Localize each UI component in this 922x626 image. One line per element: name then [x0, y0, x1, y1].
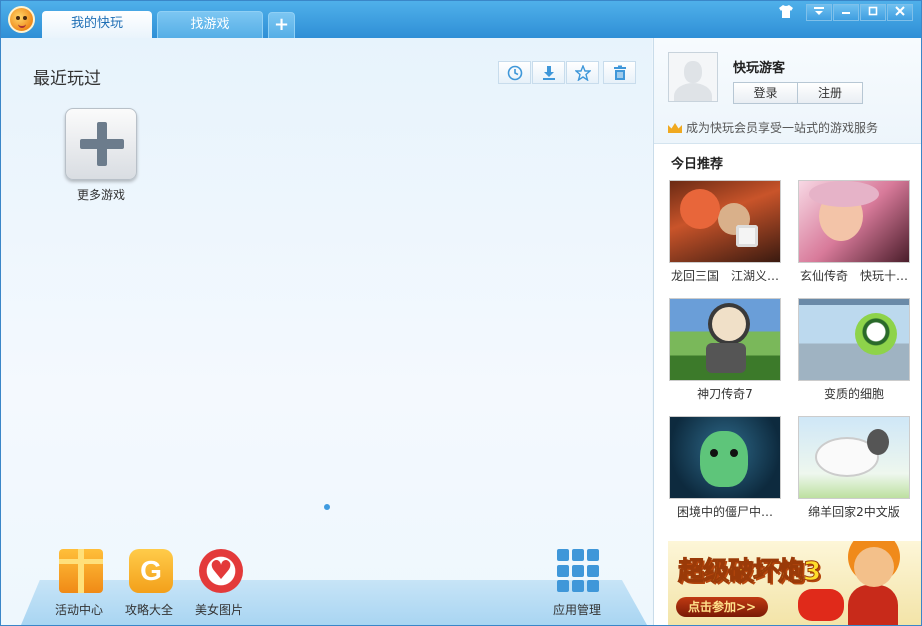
banner-character-icon: [854, 547, 894, 587]
game-thumbnail[interactable]: [669, 180, 781, 263]
game-thumbnail[interactable]: [798, 416, 910, 499]
page-indicator-dot[interactable]: [324, 504, 330, 510]
dock-item-activity[interactable]: 活动中心: [55, 549, 103, 617]
app-logo-icon: [8, 6, 35, 33]
banner-character-body: [848, 585, 898, 625]
game-caption[interactable]: 龙回三国 江湖义…: [669, 267, 781, 284]
game-caption[interactable]: 神刀传奇7: [669, 385, 781, 402]
skin-icon[interactable]: [773, 4, 799, 21]
dock-item-label: 攻略大全: [124, 603, 173, 617]
recent-toolbar: [498, 61, 637, 84]
main-panel: 最近玩过 更多游戏 活动中心 G 攻略大全 ♥ 美女图片 应用管理: [1, 38, 652, 625]
tab-find-games[interactable]: 找游戏: [157, 11, 263, 38]
trash-icon[interactable]: [603, 61, 636, 84]
promo-banner[interactable]: 超级破坏炮3 点击参加>>: [668, 541, 921, 625]
more-games-label[interactable]: 更多游戏: [61, 186, 141, 203]
game-caption[interactable]: 玄仙传奇 快玩十…: [798, 267, 910, 284]
guide-g-icon: G: [129, 549, 173, 593]
game-card[interactable]: 龙回三国 江湖义…: [669, 180, 781, 284]
game-card[interactable]: 神刀传奇7: [669, 298, 781, 402]
close-icon[interactable]: [887, 4, 913, 21]
game-caption[interactable]: 困境中的僵尸中…: [669, 503, 781, 520]
dock-item-label: 美女图片: [194, 603, 243, 617]
game-card[interactable]: 变质的细胞: [798, 298, 910, 402]
clock-icon[interactable]: [498, 61, 531, 84]
more-games-button[interactable]: [65, 108, 137, 180]
register-button[interactable]: 注册: [798, 82, 863, 104]
download-icon[interactable]: [532, 61, 565, 84]
heart-icon: [199, 549, 243, 593]
game-thumbnail[interactable]: [669, 298, 781, 381]
username: 快玩游客: [733, 61, 786, 76]
game-card[interactable]: 绵羊回家2中文版: [798, 416, 910, 520]
game-thumbnail[interactable]: [798, 298, 910, 381]
game-thumbnail[interactable]: [798, 180, 910, 263]
maximize-icon[interactable]: [860, 4, 886, 21]
avatar[interactable]: [668, 52, 718, 102]
add-tab-button[interactable]: +: [268, 12, 295, 38]
login-button[interactable]: 登录: [733, 82, 798, 104]
recommend-title: 今日推荐: [671, 157, 724, 172]
app-grid-icon: [557, 549, 601, 593]
dock-item-guides[interactable]: G 攻略大全: [125, 549, 173, 617]
crown-icon: [668, 123, 682, 133]
game-caption[interactable]: 绵羊回家2中文版: [798, 503, 910, 520]
game-card[interactable]: 困境中的僵尸中…: [669, 416, 781, 520]
minimize-icon[interactable]: [833, 4, 859, 21]
user-panel: 快玩游客 登录 注册 成为快玩会员享受一站式的游戏服务: [654, 38, 921, 144]
dock-item-app-manager[interactable]: 应用管理: [553, 549, 601, 617]
auth-buttons: 登录 注册: [733, 82, 863, 104]
menu-icon[interactable]: [806, 4, 832, 21]
dock-item-pictures[interactable]: 美女图片: [195, 549, 243, 617]
game-card[interactable]: 玄仙传奇 快玩十…: [798, 180, 910, 284]
game-thumbnail[interactable]: [669, 416, 781, 499]
vip-promo-link[interactable]: 成为快玩会员享受一站式的游戏服务: [668, 119, 878, 136]
dock-item-label: 应用管理: [552, 603, 601, 617]
sidebar: 快玩游客 登录 注册 成为快玩会员享受一站式的游戏服务 今日推荐 龙回三国 江湖…: [653, 38, 921, 625]
recent-played-title: 最近玩过: [33, 69, 101, 89]
boxing-glove-icon: [798, 589, 844, 621]
banner-join-button[interactable]: 点击参加>>: [676, 597, 768, 617]
dock-item-label: 活动中心: [54, 603, 103, 617]
window-controls: [772, 4, 913, 21]
title-bar: 我的快玩 找游戏 +: [1, 1, 921, 38]
app-window: 我的快玩 找游戏 + 最近玩过 更多游戏 活动中心 G 攻略大全 ♥ 美女图片 …: [0, 0, 922, 626]
banner-title: 超级破坏炮3: [677, 557, 821, 588]
vip-promo-text: 成为快玩会员享受一站式的游戏服务: [686, 121, 879, 135]
game-caption[interactable]: 变质的细胞: [798, 385, 910, 402]
star-icon[interactable]: [566, 61, 599, 84]
tab-my-games[interactable]: 我的快玩: [42, 11, 152, 38]
gift-icon: [59, 549, 103, 593]
